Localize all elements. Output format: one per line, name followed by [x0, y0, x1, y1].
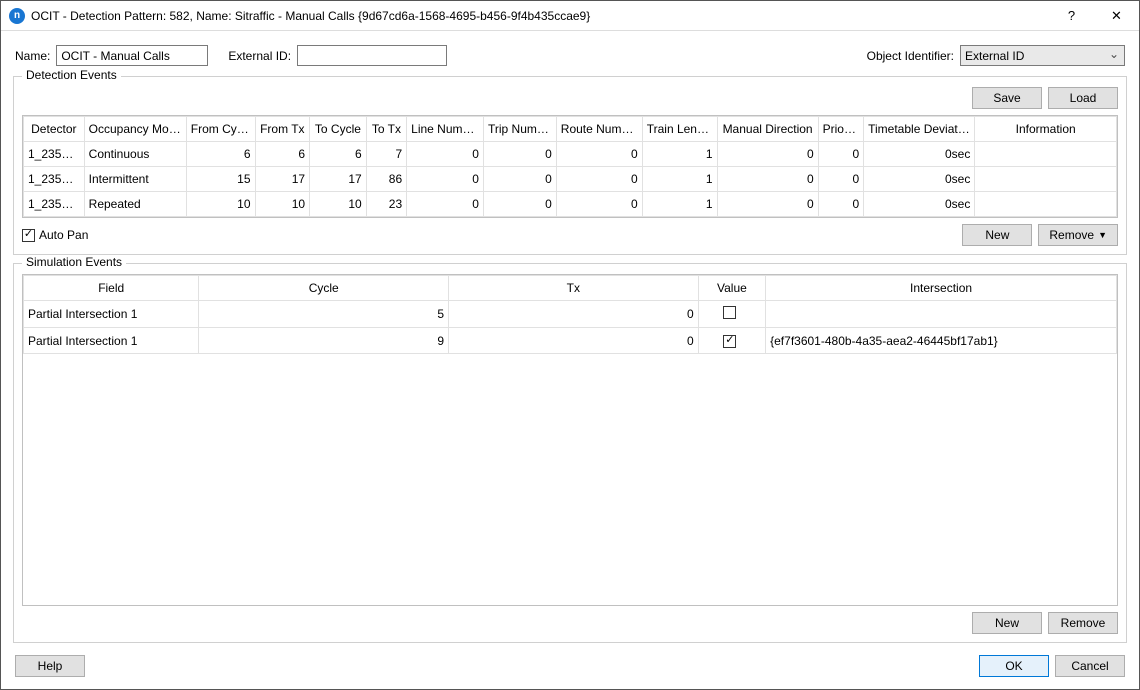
- column-header[interactable]: Field: [24, 276, 199, 301]
- dialog-window: n OCIT - Detection Pattern: 582, Name: S…: [0, 0, 1140, 690]
- object-identifier-label: Object Identifier:: [867, 49, 954, 63]
- value-checkbox[interactable]: [723, 306, 736, 319]
- app-icon: n: [9, 8, 25, 24]
- save-button[interactable]: Save: [972, 87, 1042, 109]
- header-row: Name: External ID: Object Identifier: Ex…: [13, 41, 1127, 68]
- table-row[interactable]: Partial Intersection 150: [24, 301, 1117, 328]
- column-header[interactable]: Line Number: [407, 117, 484, 142]
- simulation-legend: Simulation Events: [22, 255, 126, 269]
- name-label: Name:: [15, 49, 50, 63]
- column-header[interactable]: From Tx: [255, 117, 310, 142]
- column-header[interactable]: Train Length: [642, 117, 717, 142]
- load-button[interactable]: Load: [1048, 87, 1118, 109]
- column-header[interactable]: Information: [975, 117, 1117, 142]
- content: Name: External ID: Object Identifier: Ex…: [1, 31, 1139, 689]
- column-header[interactable]: Intersection: [766, 276, 1117, 301]
- column-header[interactable]: Cycle: [199, 276, 449, 301]
- column-header[interactable]: To Cycle: [310, 117, 367, 142]
- detection-events-group: Detection Events Save Load DetectorOccup…: [13, 76, 1127, 255]
- table-row[interactable]: 1_235_D4Continuous66670001000sec: [24, 142, 1117, 167]
- titlebar: n OCIT - Detection Pattern: 582, Name: S…: [1, 1, 1139, 31]
- ok-button[interactable]: OK: [979, 655, 1049, 677]
- column-header[interactable]: Route Number: [556, 117, 642, 142]
- column-header[interactable]: Priority: [818, 117, 863, 142]
- table-row[interactable]: 1_235_D6Intermittent151717860001000sec: [24, 167, 1117, 192]
- name-field[interactable]: [56, 45, 208, 66]
- close-icon[interactable]: ✕: [1094, 1, 1139, 31]
- external-id-label: External ID:: [228, 49, 291, 63]
- value-checkbox[interactable]: [723, 335, 736, 348]
- detection-legend: Detection Events: [22, 68, 121, 82]
- column-header[interactable]: Timetable Deviation: [864, 117, 975, 142]
- table-row[interactable]: Partial Intersection 190{ef7f3601-480b-4…: [24, 328, 1117, 354]
- detection-table[interactable]: DetectorOccupancy ModeFrom CycleFrom TxT…: [22, 115, 1118, 218]
- cancel-button[interactable]: Cancel: [1055, 655, 1125, 677]
- column-header[interactable]: Tx: [449, 276, 699, 301]
- help-icon[interactable]: ?: [1049, 1, 1094, 31]
- column-header[interactable]: Trip Number: [483, 117, 556, 142]
- footer: Help OK Cancel: [13, 651, 1127, 681]
- simulation-new-button[interactable]: New: [972, 612, 1042, 634]
- detection-new-button[interactable]: New: [962, 224, 1032, 246]
- column-header[interactable]: Manual Direction: [717, 117, 818, 142]
- auto-pan-checkbox[interactable]: [22, 229, 35, 242]
- detection-remove-button[interactable]: Remove: [1038, 224, 1118, 246]
- column-header[interactable]: Occupancy Mode: [84, 117, 186, 142]
- simulation-events-group: Simulation Events FieldCycleTxValueInter…: [13, 263, 1127, 643]
- auto-pan-label: Auto Pan: [39, 228, 88, 242]
- column-header[interactable]: From Cycle: [186, 117, 255, 142]
- column-header[interactable]: Detector: [24, 117, 85, 142]
- column-header[interactable]: Value: [698, 276, 765, 301]
- object-identifier-combo[interactable]: External ID: [960, 45, 1125, 66]
- external-id-field[interactable]: [297, 45, 447, 66]
- help-button[interactable]: Help: [15, 655, 85, 677]
- simulation-remove-button[interactable]: Remove: [1048, 612, 1118, 634]
- table-row[interactable]: 1_235_D12Repeated101010230001000sec: [24, 192, 1117, 217]
- column-header[interactable]: To Tx: [366, 117, 406, 142]
- window-title: OCIT - Detection Pattern: 582, Name: Sit…: [31, 9, 1049, 23]
- simulation-table[interactable]: FieldCycleTxValueIntersection Partial In…: [22, 274, 1118, 606]
